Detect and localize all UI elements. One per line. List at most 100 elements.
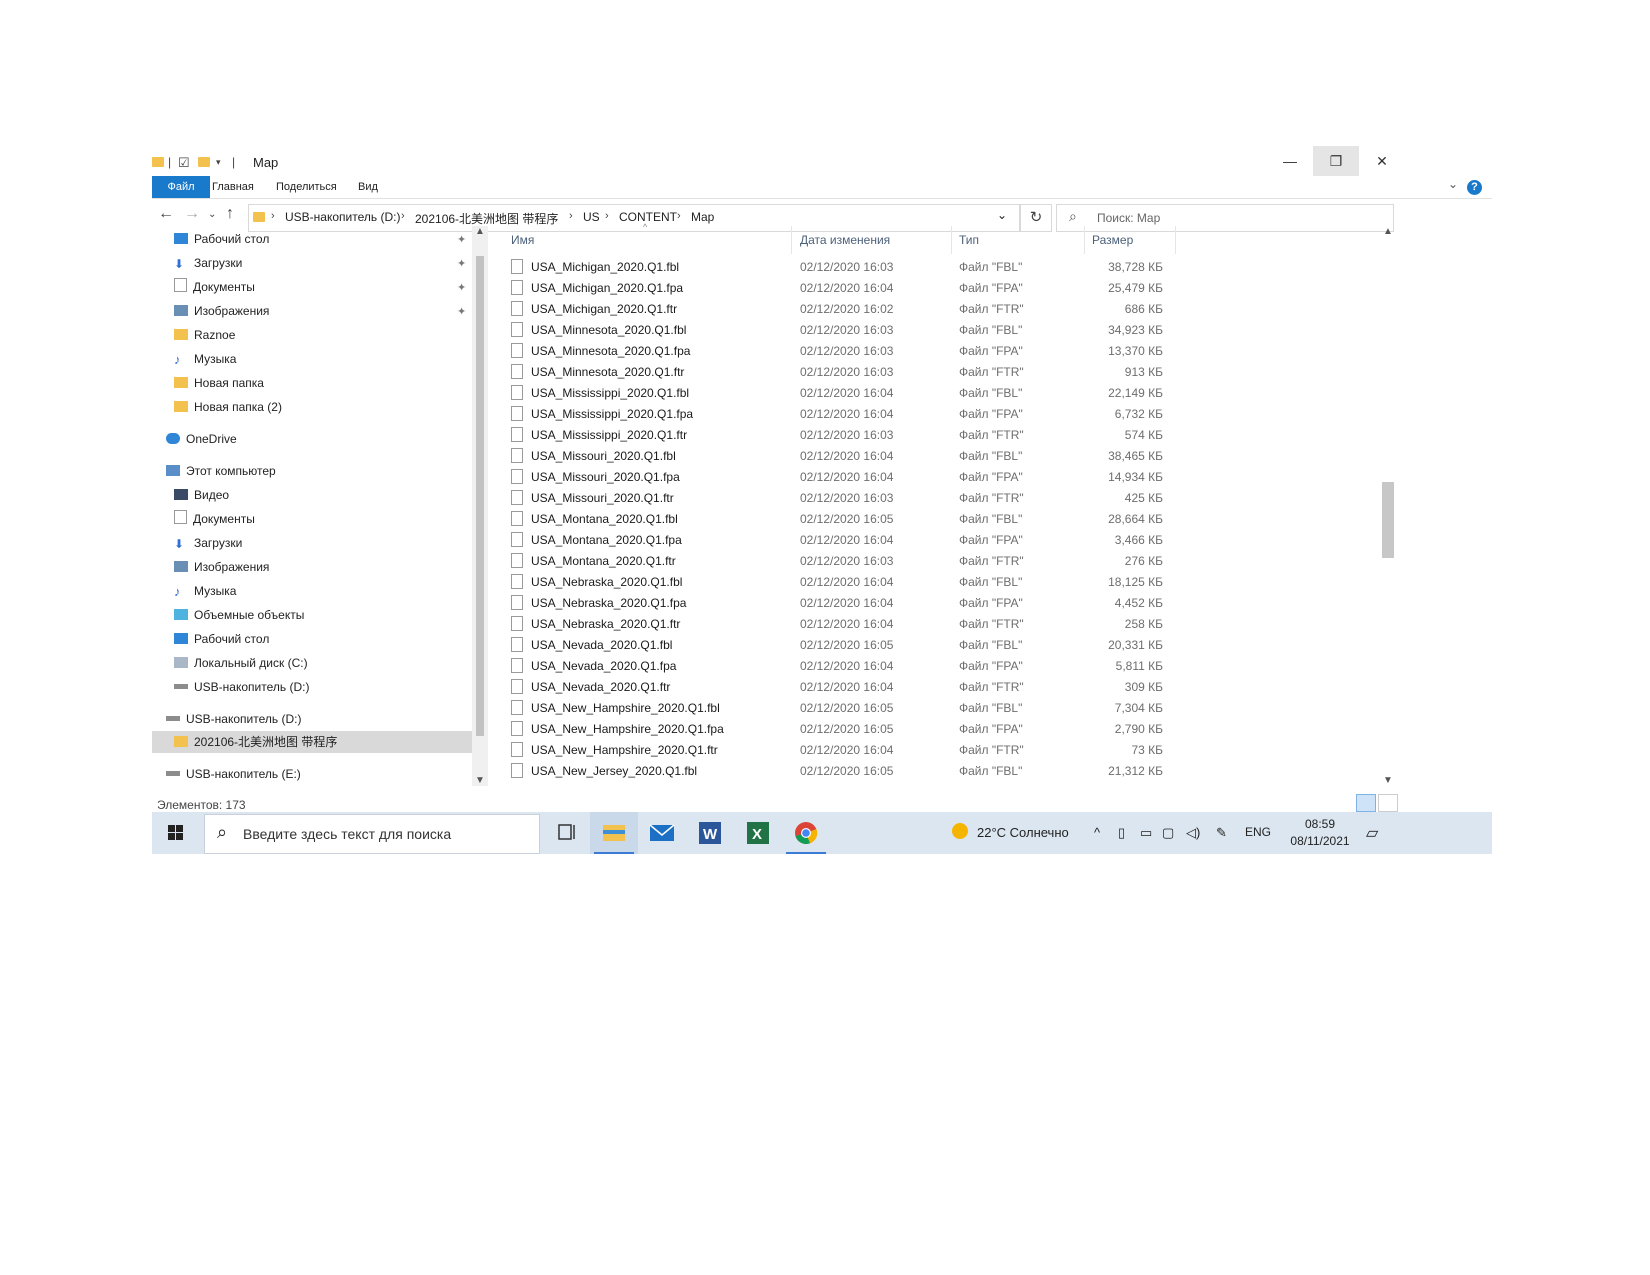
chevron-right-icon[interactable]: ›	[677, 210, 681, 222]
properties-icon[interactable]: ☑	[178, 155, 190, 171]
column-header-name[interactable]: Имя	[511, 233, 534, 247]
scroll-up-icon[interactable]: ▲	[1380, 226, 1396, 237]
nav-item-music[interactable]: ♪ Музыка	[174, 348, 236, 370]
tab-home[interactable]: Главная	[200, 176, 266, 198]
pin-icon[interactable]: ✦	[457, 233, 466, 246]
volume-icon[interactable]: ◁)	[1186, 825, 1200, 841]
table-row[interactable]: USA_Michigan_2020.Q1.fpa 02/12/2020 16:04…	[507, 278, 1387, 299]
customize-toolbar-icon[interactable]: ▾	[216, 157, 221, 168]
help-icon[interactable]: ?	[1467, 180, 1482, 195]
file-list-scrollbar[interactable]: ▲ ▼	[1380, 226, 1396, 786]
column-divider[interactable]	[1084, 226, 1085, 254]
nav-item-local-disk-c[interactable]: Локальный диск (C:)	[174, 652, 308, 674]
usb-device-icon[interactable]: ▯	[1118, 825, 1125, 841]
pin-icon[interactable]: ✦	[457, 281, 466, 294]
table-row[interactable]: USA_Michigan_2020.Q1.ftr 02/12/2020 16:02…	[507, 299, 1387, 320]
nav-item-downloads[interactable]: ⬇ Загрузки	[174, 252, 242, 274]
details-view-button[interactable]	[1356, 794, 1376, 812]
nav-item-documents[interactable]: Документы	[174, 276, 255, 298]
tab-share[interactable]: Поделиться	[264, 176, 349, 198]
tab-view[interactable]: Вид	[346, 176, 390, 198]
nav-item-usb-d[interactable]: USB-накопитель (D:)	[166, 708, 301, 730]
back-arrow-icon[interactable]: ←	[158, 205, 174, 223]
nav-item-usb-d-pc[interactable]: USB-накопитель (D:)	[174, 676, 309, 698]
scroll-up-icon[interactable]: ▲	[472, 226, 488, 237]
network-icon[interactable]: ▢	[1162, 825, 1174, 841]
column-header-size[interactable]: Размер	[1092, 233, 1133, 247]
table-row[interactable]: USA_Nevada_2020.Q1.fpa 02/12/2020 16:04 Фа…	[507, 656, 1387, 677]
chevron-right-icon[interactable]: ›	[569, 210, 573, 222]
large-icons-view-button[interactable]	[1378, 794, 1398, 812]
table-row[interactable]: USA_Nevada_2020.Q1.fbl 02/12/2020 16:05 Фа…	[507, 635, 1387, 656]
nav-item-this-pc[interactable]: Этот компьютер	[166, 460, 276, 482]
taskbar-app-word[interactable]: W	[686, 812, 734, 854]
breadcrumb-content[interactable]: CONTENT	[619, 210, 677, 224]
clock[interactable]: 08:59 08/11/2021	[1289, 816, 1351, 850]
recent-locations-icon[interactable]: ⌄	[208, 209, 216, 220]
column-header-type[interactable]: Тип	[959, 233, 979, 247]
language-indicator[interactable]: ENG	[1245, 825, 1271, 839]
table-row[interactable]: USA_New_Hampshire_2020.Q1.fpa 02/12/2020 …	[507, 719, 1387, 740]
table-row[interactable]: USA_Mississippi_2020.Q1.fbl 02/12/2020 16…	[507, 383, 1387, 404]
nav-item-raznoe[interactable]: Raznoe	[174, 324, 235, 346]
table-row[interactable]: USA_Missouri_2020.Q1.fbl 02/12/2020 16:04…	[507, 446, 1387, 467]
close-button[interactable]: ✕	[1359, 146, 1405, 176]
nav-item-pictures[interactable]: Изображения	[174, 300, 269, 322]
nav-scrollbar[interactable]: ▲ ▼	[472, 226, 488, 786]
search-input[interactable]: Поиск: Map	[1097, 211, 1160, 225]
chevron-right-icon[interactable]: ›	[401, 210, 405, 222]
column-divider[interactable]	[791, 226, 792, 254]
table-row[interactable]: USA_Nebraska_2020.Q1.ftr 02/12/2020 16:04…	[507, 614, 1387, 635]
taskbar-app-chrome[interactable]	[782, 812, 830, 854]
table-row[interactable]: USA_Michigan_2020.Q1.fbl 02/12/2020 16:03…	[507, 257, 1387, 278]
table-row[interactable]: USA_Montana_2020.Q1.ftr 02/12/2020 16:03 Ф…	[507, 551, 1387, 572]
taskbar-search-input[interactable]: Введите здесь текст для поиска	[243, 826, 451, 842]
table-row[interactable]: USA_Nebraska_2020.Q1.fbl 02/12/2020 16:04…	[507, 572, 1387, 593]
nav-item-new-folder-2[interactable]: Новая папка (2)	[174, 396, 282, 418]
table-row[interactable]: USA_Nevada_2020.Q1.ftr 02/12/2020 16:04 Фа…	[507, 677, 1387, 698]
table-row[interactable]: USA_Mississippi_2020.Q1.ftr 02/12/2020 16…	[507, 425, 1387, 446]
nav-item-new-folder[interactable]: Новая папка	[174, 372, 264, 394]
address-history-icon[interactable]: ⌄	[997, 208, 1007, 222]
forward-arrow-icon[interactable]: →	[184, 205, 200, 223]
column-header-date[interactable]: Дата изменения	[800, 233, 890, 247]
up-arrow-icon[interactable]: ↑	[226, 205, 234, 223]
restore-button[interactable]: ❐	[1313, 146, 1359, 176]
nav-item-pictures-pc[interactable]: Изображения	[174, 556, 269, 578]
table-row[interactable]: USA_Nebraska_2020.Q1.fpa 02/12/2020 16:04…	[507, 593, 1387, 614]
nav-item-music-pc[interactable]: ♪ Музыка	[174, 580, 236, 602]
weather-icon[interactable]	[952, 823, 968, 842]
taskbar-search[interactable]: ⌕ Введите здесь текст для поиска	[204, 814, 540, 854]
table-row[interactable]: USA_Montana_2020.Q1.fbl 02/12/2020 16:05 Ф…	[507, 509, 1387, 530]
table-row[interactable]: USA_Minnesota_2020.Q1.ftr 02/12/2020 16:0…	[507, 362, 1387, 383]
table-row[interactable]: USA_Missouri_2020.Q1.fpa 02/12/2020 16:04…	[507, 467, 1387, 488]
table-row[interactable]: USA_Mississippi_2020.Q1.fpa 02/12/2020 16…	[507, 404, 1387, 425]
table-row[interactable]: USA_Minnesota_2020.Q1.fpa 02/12/2020 16:0…	[507, 341, 1387, 362]
scroll-down-icon[interactable]: ▼	[1380, 775, 1396, 786]
table-row[interactable]: USA_Missouri_2020.Q1.ftr 02/12/2020 16:03…	[507, 488, 1387, 509]
breadcrumb-map[interactable]: Map	[691, 210, 714, 224]
nav-scroll-thumb[interactable]	[476, 256, 484, 736]
scroll-down-icon[interactable]: ▼	[472, 775, 488, 786]
nav-item-3d-objects[interactable]: Объемные объекты	[174, 604, 304, 626]
task-view-button[interactable]	[542, 812, 590, 854]
nav-item-desktop-pc[interactable]: Рабочий стол	[174, 628, 269, 650]
nav-item-video[interactable]: Видео	[174, 484, 229, 506]
nav-item-documents-pc[interactable]: Документы	[174, 508, 255, 530]
show-hidden-icons-icon[interactable]: ^	[1094, 825, 1100, 840]
column-divider[interactable]	[1175, 226, 1176, 254]
nav-item-usb-e[interactable]: USB-накопитель (E:)	[166, 763, 301, 785]
table-row[interactable]: USA_New_Hampshire_2020.Q1.fbl 02/12/2020 …	[507, 698, 1387, 719]
file-list-scroll-thumb[interactable]	[1382, 482, 1394, 558]
minimize-button[interactable]: —	[1267, 146, 1313, 176]
column-divider[interactable]	[951, 226, 952, 254]
notifications-icon[interactable]: ▱	[1366, 823, 1378, 843]
start-button[interactable]	[152, 812, 200, 854]
breadcrumb-usb-d[interactable]: USB-накопитель (D:)	[285, 210, 400, 224]
taskbar-app-excel[interactable]: X	[734, 812, 782, 854]
table-row[interactable]: USA_Minnesota_2020.Q1.fbl 02/12/2020 16:0…	[507, 320, 1387, 341]
chevron-right-icon[interactable]: ›	[605, 210, 609, 222]
breadcrumb-folder[interactable]: 202106-北美洲地图 带程序	[415, 210, 558, 227]
nav-item-downloads-pc[interactable]: ⬇ Загрузки	[174, 532, 242, 554]
taskbar-app-mail[interactable]	[638, 812, 686, 854]
